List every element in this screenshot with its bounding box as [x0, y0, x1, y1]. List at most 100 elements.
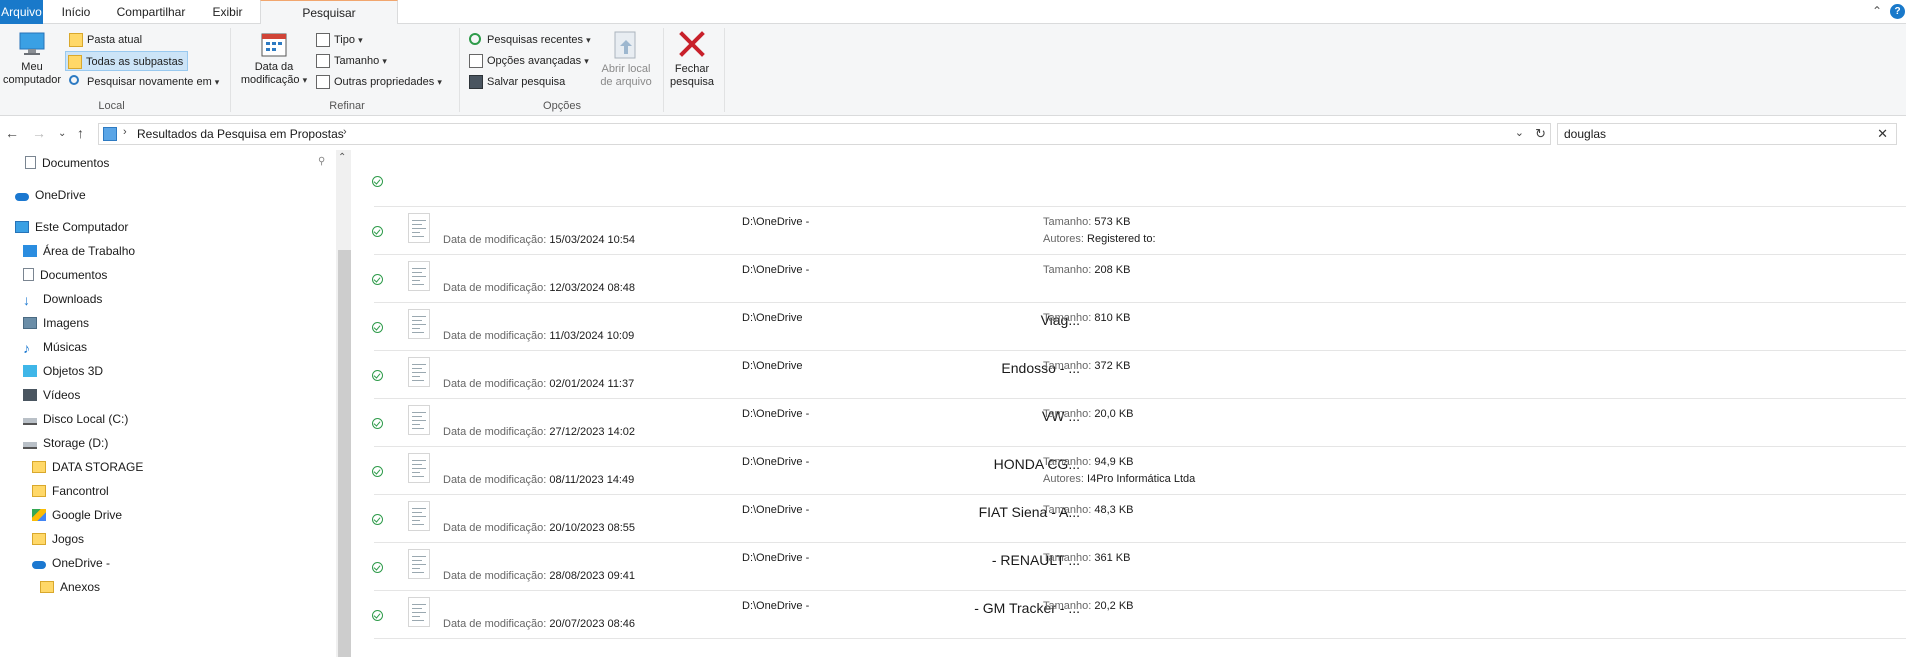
- file-thumbnail: [408, 309, 430, 339]
- all-subfolders-button[interactable]: Todas as subpastas: [65, 51, 189, 71]
- search-again-button[interactable]: Pesquisar novamente em: [67, 72, 219, 92]
- size-button[interactable]: Tamanho: [314, 51, 387, 71]
- my-computer-button[interactable]: Meu computador: [2, 30, 62, 87]
- tab-file[interactable]: Arquivo: [0, 0, 43, 24]
- size-label: Tamanho:: [1043, 456, 1092, 468]
- list-item[interactable]: - GM Tracker - ... Data de modificação: 2…: [351, 591, 1906, 639]
- save-search-button[interactable]: Salvar pesquisa: [467, 72, 565, 92]
- date-modified-label: Data de modificação:: [443, 426, 547, 438]
- recent-locations-icon[interactable]: ⌄: [58, 128, 66, 139]
- nav-item-documents[interactable]: Documentos: [23, 265, 107, 285]
- nav-item-videos[interactable]: Vídeos: [23, 385, 80, 405]
- size-icon: [316, 54, 330, 68]
- list-item[interactable]: VW ... Data de modificação: 27/12/2023 14…: [351, 399, 1906, 447]
- date-modified-value: 02/01/2024 11:37: [549, 378, 635, 390]
- nav-item-3d-objects[interactable]: Objetos 3D: [23, 361, 103, 381]
- recent-searches-label: Pesquisas recentes: [487, 34, 583, 46]
- forward-arrow-icon[interactable]: →: [32, 125, 46, 141]
- folder-icon: [32, 533, 46, 545]
- breadcrumb[interactable]: Resultados da Pesquisa em Propostas: [137, 127, 344, 141]
- file-thumbnail: [408, 501, 430, 531]
- nav-item-music[interactable]: ♪ Músicas: [23, 337, 87, 357]
- date-modified-label-2: modificação: [240, 74, 300, 86]
- file-size: Tamanho: 361 KB: [1043, 552, 1130, 564]
- list-item[interactable]: FIAT Siena - A... Data de modificação: 20…: [351, 495, 1906, 543]
- tab-view[interactable]: Exibir: [205, 0, 250, 24]
- nav-item-label: Documentos: [42, 156, 110, 170]
- close-search-button[interactable]: Fechar pesquisa: [665, 30, 719, 89]
- address-path-box[interactable]: › Resultados da Pesquisa em Propostas › …: [98, 123, 1551, 145]
- refresh-icon[interactable]: ↻: [1535, 126, 1546, 142]
- advanced-options-button[interactable]: Opções avançadas: [467, 51, 589, 71]
- current-folder-button[interactable]: Pasta atual: [67, 30, 142, 50]
- list-item[interactable]: Data de modificação: 12/03/2024 08:48 D:\…: [351, 255, 1906, 303]
- date-modified-value: 12/03/2024 08:48: [549, 282, 636, 294]
- separator: [663, 28, 664, 112]
- nav-item-anexos[interactable]: Anexos: [40, 577, 100, 597]
- list-item[interactable]: Endosso - ... Data de modificação: 02/01/…: [351, 351, 1906, 399]
- clear-search-icon[interactable]: ✕: [1877, 126, 1888, 142]
- nav-item-data-storage[interactable]: DATA STORAGE: [32, 457, 143, 477]
- size-label: Tamanho:: [1043, 408, 1092, 420]
- nav-item-drive-d[interactable]: Storage (D:): [23, 433, 108, 453]
- address-bar: ← → ⌄ ↑ › Resultados da Pesquisa em Prop…: [0, 121, 1906, 147]
- date-modified-label: Data de modificação:: [443, 618, 547, 630]
- sync-status-icon: [372, 514, 383, 525]
- nav-item-label: Jogos: [52, 532, 85, 546]
- tab-search[interactable]: Pesquisar: [260, 0, 398, 25]
- nav-item-images[interactable]: Imagens: [23, 313, 89, 333]
- date-modified: Data de modificação: 28/08/2023 09:41: [443, 570, 635, 582]
- image-icon: [23, 317, 37, 329]
- my-computer-label-2: computador: [2, 74, 62, 86]
- list-item[interactable]: - RENAULT ... Data de modificação: 28/08/…: [351, 543, 1906, 591]
- list-item[interactable]: Viag... Data de modificação: 11/03/2024 1…: [351, 303, 1906, 351]
- sync-status-icon: [372, 610, 383, 621]
- sync-status-icon: [372, 176, 383, 187]
- nav-item-downloads[interactable]: ↓ Downloads: [23, 289, 102, 309]
- recent-searches-button[interactable]: Pesquisas recentes: [467, 30, 591, 50]
- nav-item-onedrive-folder[interactable]: OneDrive -: [32, 553, 110, 573]
- sync-status-icon: [372, 418, 383, 429]
- scroll-up-icon[interactable]: ⌃: [338, 152, 346, 163]
- open-file-location-button[interactable]: Abrir local de arquivo: [596, 30, 656, 89]
- nav-item-this-pc[interactable]: Este Computador: [15, 217, 128, 237]
- date-modified-button[interactable]: Data da modificação: [237, 30, 311, 87]
- tab-home[interactable]: Início: [56, 0, 96, 24]
- nav-item-jogos[interactable]: Jogos: [32, 529, 84, 549]
- list-item[interactable]: HONDA CG... Data de modificação: 08/11/20…: [351, 447, 1906, 495]
- nav-item-drive-c[interactable]: Disco Local (C:): [23, 409, 128, 429]
- help-icon[interactable]: ?: [1890, 4, 1905, 19]
- file-location: D:\OneDrive -: [742, 408, 810, 420]
- address-dropdown-icon[interactable]: ⌄: [1515, 126, 1524, 139]
- pin-icon[interactable]: ⚲: [318, 156, 325, 167]
- document-icon: [23, 268, 34, 281]
- type-button[interactable]: Tipo: [314, 30, 363, 50]
- collapse-ribbon-icon[interactable]: ⌃: [1872, 4, 1882, 18]
- sync-status-icon: [372, 322, 383, 333]
- nav-scrollbar-thumb[interactable]: [338, 250, 351, 657]
- list-item[interactable]: Data de modificação: 15/03/2024 10:54 D:\…: [351, 207, 1906, 255]
- other-properties-button[interactable]: Outras propriedades: [314, 72, 442, 92]
- size-label: Tamanho:: [1043, 264, 1092, 276]
- nav-item-desktop[interactable]: Área de Trabalho: [23, 241, 135, 261]
- save-icon: [469, 75, 483, 89]
- group-label-local: Local: [98, 100, 125, 112]
- up-arrow-icon[interactable]: ↑: [77, 125, 84, 141]
- size-value: 372 KB: [1094, 360, 1131, 372]
- tab-share[interactable]: Compartilhar: [111, 0, 191, 24]
- nav-item-fancontrol[interactable]: Fancontrol: [32, 481, 109, 501]
- list-item[interactable]: [351, 150, 1906, 207]
- authors-value: I4Pro Informática Ltda: [1087, 473, 1196, 485]
- search-input[interactable]: douglas ✕: [1557, 123, 1897, 145]
- nav-item-label: Google Drive: [52, 508, 123, 522]
- nav-item-documents-quick[interactable]: Documentos: [25, 153, 109, 173]
- file-size: Tamanho: 48,3 KB: [1043, 504, 1134, 516]
- type-icon: [316, 33, 330, 47]
- file-authors: Autores: Registered to:: [1043, 233, 1156, 245]
- nav-item-onedrive[interactable]: OneDrive: [15, 185, 86, 205]
- file-size: Tamanho: 372 KB: [1043, 360, 1130, 372]
- file-thumbnail: [408, 213, 430, 243]
- file-thumbnail: [408, 405, 430, 435]
- back-arrow-icon[interactable]: ←: [5, 125, 19, 141]
- nav-item-google-drive[interactable]: Google Drive: [32, 505, 122, 525]
